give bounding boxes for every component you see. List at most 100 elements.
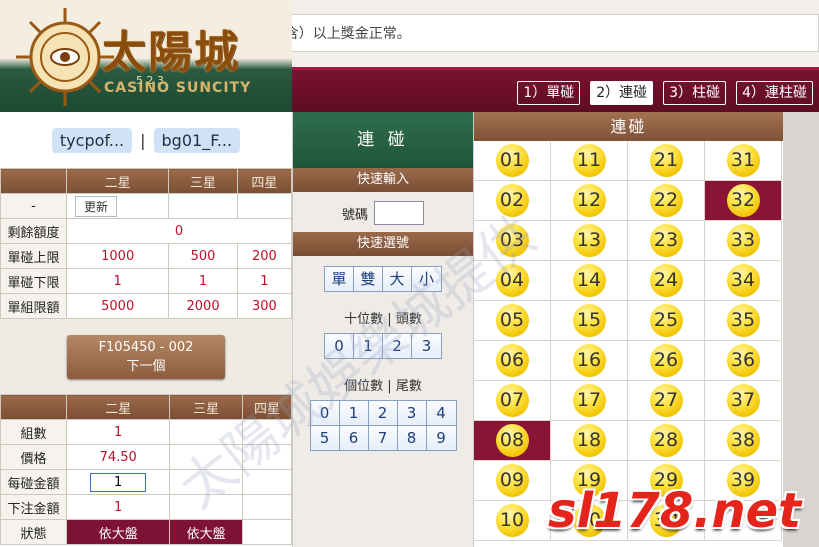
big-button[interactable]: 大 <box>383 267 412 291</box>
update-button[interactable]: 更新 <box>75 195 118 217</box>
tab-multi[interactable]: 2）連碰 <box>590 81 654 105</box>
number-cell[interactable]: 21 <box>628 141 705 181</box>
number-ball: 02 <box>495 184 529 217</box>
number-cell[interactable]: 22 <box>628 181 705 221</box>
number-cell[interactable]: 12 <box>551 181 628 221</box>
number-cell[interactable]: 13 <box>551 221 628 261</box>
logo-chinese-text: 太陽城 <box>102 27 240 78</box>
number-cell[interactable]: 04 <box>474 261 551 301</box>
code-input[interactable] <box>374 201 424 225</box>
number-cell[interactable]: 28 <box>628 421 705 461</box>
number-cell[interactable]: 38 <box>705 421 782 461</box>
group-2star: 5000 <box>65 293 170 319</box>
number-cell[interactable]: 27 <box>628 381 705 421</box>
sun-emblem-icon <box>14 6 116 108</box>
table-row: 單碰下限 1 1 1 <box>0 268 293 294</box>
price-value: 74.50 <box>65 444 171 470</box>
header-3star: 三星 <box>168 168 238 194</box>
number-ball: 01 <box>495 144 529 177</box>
number-cell[interactable]: 31 <box>705 141 782 181</box>
tens-1-button[interactable]: 1 <box>354 334 383 358</box>
table-row: 下注金額 1 <box>0 494 293 520</box>
panel-title: 連 碰 <box>293 112 473 168</box>
number-cell[interactable]: 37 <box>705 381 782 421</box>
number-ball: 38 <box>726 424 760 457</box>
number-ball: 18 <box>572 424 606 457</box>
number-cell[interactable]: 36 <box>705 341 782 381</box>
max-2star: 1000 <box>65 243 170 269</box>
number-ball: 31 <box>726 144 760 177</box>
tens-2-button[interactable]: 2 <box>383 334 412 358</box>
tens-label: 十位數 | 頭數 <box>344 312 422 327</box>
table-row: 單組限額 5000 2000 300 <box>0 293 293 319</box>
number-cell[interactable]: 34 <box>705 261 782 301</box>
number-cell[interactable]: 24 <box>628 261 705 301</box>
number-cell[interactable]: 02 <box>474 181 551 221</box>
number-ball: 25 <box>649 304 683 337</box>
number-ball: 14 <box>572 264 606 297</box>
number-cell[interactable]: 09 <box>474 461 551 501</box>
number-ball: 09 <box>495 464 529 497</box>
tens-0-button[interactable]: 0 <box>325 334 354 358</box>
units-8-button[interactable]: 8 <box>397 426 427 450</box>
number-cell[interactable]: 08 <box>474 421 551 461</box>
number-ball: 03 <box>495 224 529 257</box>
number-cell[interactable]: 23 <box>628 221 705 261</box>
number-cell[interactable]: 33 <box>705 221 782 261</box>
number-ball: 13 <box>572 224 606 257</box>
number-cell[interactable]: 03 <box>474 221 551 261</box>
table-row: 每碰金額 <box>0 469 293 495</box>
status-2star: 依大盤 <box>65 519 171 545</box>
units-3-button[interactable]: 3 <box>397 401 427 425</box>
header-2star: 二星 <box>65 168 170 194</box>
tab-column[interactable]: 3）柱碰 <box>663 81 727 105</box>
units-1-button[interactable]: 1 <box>339 401 369 425</box>
units-2-button[interactable]: 2 <box>368 401 398 425</box>
number-cell[interactable]: 16 <box>551 341 628 381</box>
number-cell[interactable]: 32 <box>705 181 782 221</box>
units-7-button[interactable]: 7 <box>368 426 398 450</box>
number-cell[interactable]: 35 <box>705 301 782 341</box>
number-cell[interactable]: 11 <box>551 141 628 181</box>
number-cell[interactable]: 07 <box>474 381 551 421</box>
number-ball: 12 <box>572 184 606 217</box>
number-ball: 26 <box>649 344 683 377</box>
units-4-button[interactable]: 4 <box>426 401 456 425</box>
next-button[interactable]: F105450 - 002 下一個 <box>67 334 225 379</box>
number-cell[interactable]: 14 <box>551 261 628 301</box>
number-ball: 37 <box>726 384 760 417</box>
units-6-button[interactable]: 6 <box>339 426 369 450</box>
units-0-button[interactable]: 0 <box>310 401 340 425</box>
limits-header-row: 二星 三星 四星 <box>0 168 293 194</box>
number-cell[interactable]: 15 <box>551 301 628 341</box>
tab-multi-column[interactable]: 4）連柱碰 <box>736 81 813 105</box>
small-button[interactable]: 小 <box>412 267 441 291</box>
units-buttons-row1: 0 1 2 3 4 <box>309 400 457 426</box>
number-cell[interactable]: 26 <box>628 341 705 381</box>
number-ball: 21 <box>649 144 683 177</box>
number-cell[interactable]: 25 <box>628 301 705 341</box>
tab-single[interactable]: 1）單碰 <box>517 81 581 105</box>
number-ball: 34 <box>726 264 760 297</box>
tens-3-button[interactable]: 3 <box>412 334 441 358</box>
number-cell[interactable]: 18 <box>551 421 628 461</box>
number-cell[interactable]: 10 <box>474 501 551 541</box>
quick-panel: 連 碰 快速輸入 號碼 快速選號 單 雙 大 小 十位數 | 頭數 0 1 2 … <box>292 112 473 547</box>
odd-button[interactable]: 單 <box>325 267 354 291</box>
row-label: 下注金額 <box>0 494 67 520</box>
number-cell[interactable]: 17 <box>551 381 628 421</box>
parity-buttons: 單 雙 大 小 <box>324 266 442 292</box>
number-cell[interactable]: 01 <box>474 141 551 181</box>
units-9-button[interactable]: 9 <box>426 426 456 450</box>
header-empty <box>0 168 67 194</box>
dash-cell: - <box>0 193 67 219</box>
min-4star: 1 <box>236 268 293 294</box>
even-button[interactable]: 雙 <box>354 267 383 291</box>
number-cell[interactable]: 06 <box>474 341 551 381</box>
units-5-button[interactable]: 5 <box>310 426 340 450</box>
number-ball: 15 <box>572 304 606 337</box>
number-ball: 06 <box>495 344 529 377</box>
amount-per-bet-input[interactable] <box>90 472 147 492</box>
number-cell[interactable]: 05 <box>474 301 551 341</box>
status-3star: 依大盤 <box>169 519 243 545</box>
